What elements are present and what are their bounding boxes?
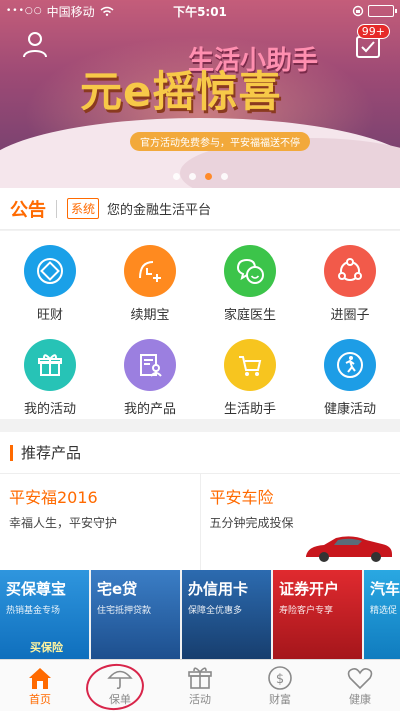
message-badge: 99+	[356, 24, 390, 39]
chat-smile-icon	[224, 245, 276, 297]
service-my-activities[interactable]: 我的活动	[0, 325, 100, 419]
car-image	[306, 536, 392, 562]
promo-tiles: 买保尊宝 热销基金专场 买保险 宅e贷 住宅抵押贷款 办信用卡 保障全优惠多 证…	[0, 570, 400, 659]
service-health-activities[interactable]: 健康活动	[300, 325, 400, 419]
share-circle-icon	[324, 245, 376, 297]
tab-home[interactable]: 首页	[0, 660, 80, 711]
product-name: 平安福2016	[9, 488, 98, 507]
section-accent	[10, 444, 13, 461]
gift-icon	[24, 339, 76, 391]
battery-icon	[368, 5, 397, 17]
carousel-dot[interactable]	[220, 173, 228, 180]
tab-label: 财富	[269, 692, 291, 706]
tab-health[interactable]: 健康	[320, 660, 400, 711]
gift-icon	[188, 666, 212, 689]
tile-title: 买保尊宝	[6, 580, 67, 598]
promo-banner[interactable]: 生活小助手 元e摇惊喜 官方活动免费参与，平安福福送不停 99+	[0, 0, 400, 188]
service-join-circle[interactable]: 进圈子	[300, 231, 400, 325]
announcement-tag: 系统	[67, 198, 100, 219]
service-label: 健康活动	[323, 402, 376, 417]
product-name: 平安车险	[209, 488, 274, 507]
product-card[interactable]: 平安福2016 幸福人生，平安守护	[0, 474, 200, 570]
service-wangcai[interactable]: 旺财	[0, 231, 100, 325]
promo-tile[interactable]: 证券开户 寿险客户专享	[273, 570, 362, 659]
tile-title: 证券开户	[279, 580, 340, 598]
promo-tile[interactable]: 汽车 精选促	[364, 570, 400, 659]
section-title: 推荐产品	[21, 444, 82, 462]
home-icon	[29, 667, 51, 689]
banner-title: 元e摇惊喜	[80, 67, 282, 116]
carousel-dot-active[interactable]	[204, 173, 212, 180]
tile-subtitle: 热销基金专场	[6, 606, 61, 616]
status-bar: •••○○ 中国移动 下午5:01	[0, 0, 400, 22]
promo-tile[interactable]: 办信用卡 保障全优惠多	[182, 570, 271, 659]
recommend-header: 推荐产品	[0, 432, 400, 474]
svg-text:$: $	[276, 672, 284, 687]
message-icon[interactable]	[356, 36, 380, 58]
product-desc: 五分钟完成投保	[209, 516, 294, 530]
announcement-text: 您的金融生活平台	[107, 203, 212, 218]
tab-activities[interactable]: 活动	[160, 660, 240, 711]
tile-title: 汽车	[370, 580, 400, 598]
clock-plus-icon	[124, 245, 176, 297]
tab-bar: 首页 保单 活动 $ 财富 健康	[0, 659, 400, 711]
carousel-dots[interactable]	[0, 173, 400, 180]
announcement-bar[interactable]: 公告 系统 您的金融生活平台	[0, 188, 400, 230]
divider	[56, 199, 57, 218]
carousel-dot[interactable]	[172, 173, 180, 180]
service-label: 家庭医生	[223, 308, 276, 323]
announcement-title: 公告	[10, 199, 46, 221]
tile-subtitle: 住宅抵押贷款	[97, 606, 152, 616]
diamond-icon	[24, 245, 76, 297]
runner-icon	[324, 339, 376, 391]
service-label: 旺财	[36, 308, 63, 323]
document-person-icon	[124, 339, 176, 391]
product-list: 平安福2016 幸福人生，平安守护 平安车险 五分钟完成投保	[0, 474, 400, 570]
clock: 下午5:01	[173, 4, 227, 19]
tab-label: 首页	[29, 692, 51, 706]
tile-subtitle: 寿险客户专享	[279, 606, 334, 616]
product-card[interactable]: 平安车险 五分钟完成投保	[199, 474, 400, 570]
product-desc: 幸福人生，平安守护	[9, 516, 118, 530]
tab-policy[interactable]: 保单	[80, 660, 160, 711]
service-life-assistant[interactable]: 生活助手	[200, 325, 300, 419]
service-label: 我的活动	[23, 402, 76, 417]
banner-caption: 官方活动免费参与，平安福福送不停	[130, 132, 310, 151]
tile-extra: 买保险	[30, 641, 63, 654]
service-family-doctor[interactable]: 家庭医生	[200, 231, 300, 325]
tab-wealth[interactable]: $ 财富	[240, 660, 320, 711]
service-xuqibao[interactable]: 续期宝	[100, 231, 200, 325]
promo-tile[interactable]: 宅e贷 住宅抵押贷款	[91, 570, 180, 659]
promo-tile[interactable]: 买保尊宝 热销基金专场 买保险	[0, 570, 89, 659]
tab-label: 活动	[189, 692, 211, 706]
tile-subtitle: 保障全优惠多	[188, 606, 243, 616]
tile-title: 宅e贷	[97, 580, 138, 598]
user-icon[interactable]	[22, 30, 48, 58]
heart-icon	[347, 667, 373, 689]
tile-title: 办信用卡	[188, 580, 249, 598]
tab-label: 健康	[349, 692, 371, 706]
service-label: 我的产品	[123, 402, 176, 417]
service-grid: 旺财 续期宝 家庭医生 进圈子 我的活动 我的产品 生活助手 健康活动	[0, 231, 400, 419]
dollar-icon: $	[268, 665, 292, 690]
annotation-circle	[83, 661, 147, 711]
cart-icon	[224, 339, 276, 391]
service-label: 续期宝	[130, 308, 170, 323]
carousel-dot[interactable]	[188, 173, 196, 180]
service-my-products[interactable]: 我的产品	[100, 325, 200, 419]
tile-subtitle: 精选促	[370, 606, 398, 616]
service-label: 生活助手	[223, 402, 276, 417]
service-label: 进圈子	[330, 308, 370, 323]
